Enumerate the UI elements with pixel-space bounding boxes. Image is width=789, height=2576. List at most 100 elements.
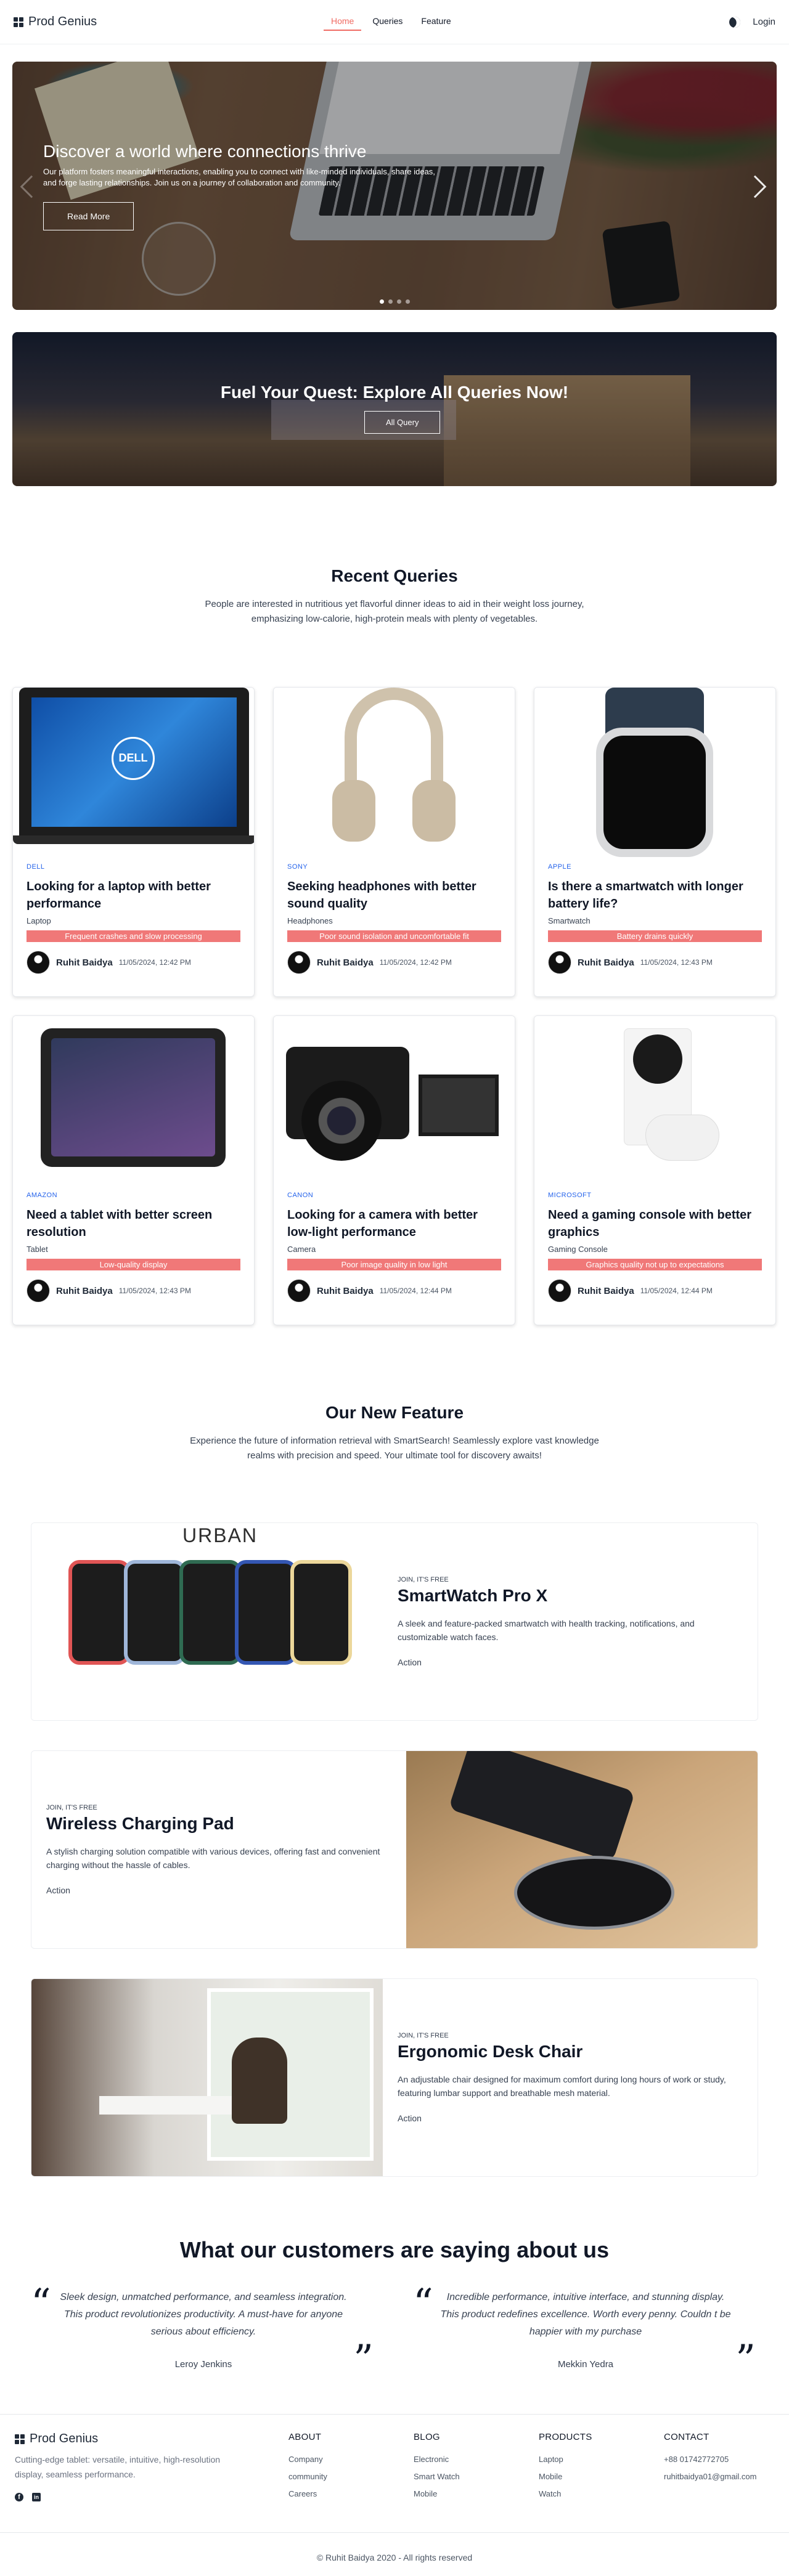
query-card[interactable]: CANON Looking for a camera with better l… <box>273 1015 515 1325</box>
card-title[interactable]: Is there a smartwatch with longer batter… <box>548 878 762 912</box>
carousel-dot-3[interactable] <box>396 299 401 304</box>
headphones-product-image <box>274 688 515 851</box>
testimonial-text: Sleek design, unmatched performance, and… <box>60 2292 347 2337</box>
feature-description: A stylish charging solution compatible w… <box>46 1847 380 1870</box>
charging-pad-feature-image <box>406 1751 758 1948</box>
recent-queries-section: Recent Queries People are interested in … <box>0 566 789 1325</box>
feature-card: URBAN JOIN, IT'S FREE SmartWatch Pro X A… <box>31 1522 758 1721</box>
card-author: Ruhit Baidya 11/05/2024, 12:42 PM <box>287 951 501 974</box>
footer-col-blog: BLOG Electronic Smart Watch Mobile <box>414 2432 460 2503</box>
dark-mode-icon[interactable] <box>727 14 743 30</box>
footer-link[interactable]: Mobile <box>539 2468 592 2485</box>
smartwatch-feature-image: URBAN <box>31 1523 383 1720</box>
card-title[interactable]: Seeking headphones with better sound qua… <box>287 878 501 912</box>
footer-brand-name[interactable]: Prod Genius <box>30 2432 98 2446</box>
card-author: Ruhit Baidya 11/05/2024, 12:44 PM <box>287 1279 501 1302</box>
login-button[interactable]: Login <box>753 17 775 27</box>
recent-queries-subtitle: People are interested in nutritious yet … <box>205 599 584 624</box>
laptop-product-image: DELL <box>13 688 254 851</box>
card-brand[interactable]: MICROSOFT <box>548 1192 762 1199</box>
card-category: Smartwatch <box>548 916 591 925</box>
feature-title: Wireless Charging Pad <box>46 1814 234 1833</box>
footer-link[interactable]: Mobile <box>414 2485 460 2503</box>
footer-link[interactable]: Laptop <box>539 2451 592 2468</box>
testimonials-title: What our customers are saying about us <box>179 2237 610 2262</box>
avatar <box>287 951 311 974</box>
query-card[interactable]: AMAZON Need a tablet with better screen … <box>12 1015 255 1325</box>
all-query-button[interactable]: All Query <box>364 411 441 434</box>
feature-action-link[interactable]: Action <box>398 2113 743 2123</box>
footer-email[interactable]: ruhitbaidya01@gmail.com <box>664 2468 757 2485</box>
social-links: f in <box>15 2493 237 2501</box>
testimonials-row: “ Sleek design, unmatched performance, a… <box>31 2284 758 2379</box>
query-card[interactable]: MICROSOFT Need a gaming console with bet… <box>534 1015 776 1325</box>
footer-link[interactable]: Electronic <box>414 2451 460 2468</box>
footer-col-title: CONTACT <box>664 2432 709 2442</box>
card-title[interactable]: Need a gaming console with better graphi… <box>548 1206 762 1241</box>
console-product-image <box>534 1016 775 1179</box>
facebook-icon[interactable]: f <box>15 2493 23 2501</box>
feature-action-link[interactable]: Action <box>46 1885 391 1895</box>
close-quote-icon: ” <box>353 2337 374 2383</box>
feature-action-link[interactable]: Action <box>398 1657 743 1667</box>
post-time: 11/05/2024, 12:44 PM <box>379 1286 452 1295</box>
card-category: Camera <box>287 1245 316 1254</box>
grid-logo-icon <box>15 2434 25 2444</box>
card-author: Ruhit Baidya 11/05/2024, 12:42 PM <box>27 951 240 974</box>
footer-link[interactable]: Careers <box>288 2485 327 2503</box>
query-card[interactable]: APPLE Is there a smartwatch with longer … <box>534 687 776 997</box>
recent-queries-title: Recent Queries <box>331 566 458 585</box>
author-name: Ruhit Baidya <box>317 957 374 968</box>
post-time: 11/05/2024, 12:43 PM <box>118 1286 191 1295</box>
hero-carousel: Discover a world where connections thriv… <box>12 62 777 310</box>
testimonial-text: Incredible performance, intuitive interf… <box>440 2292 731 2337</box>
footer-link[interactable]: Smart Watch <box>414 2468 460 2485</box>
brand-name: Prod Genius <box>28 15 97 28</box>
nav-feature[interactable]: Feature <box>414 12 458 31</box>
carousel-dot-4[interactable] <box>405 299 410 304</box>
footer-brand: Prod Genius Cutting-edge tablet: versati… <box>15 2432 237 2501</box>
card-title[interactable]: Need a tablet with better screen resolut… <box>27 1206 240 1241</box>
card-title[interactable]: Looking for a laptop with better perform… <box>27 878 240 912</box>
nav-home[interactable]: Home <box>324 12 362 31</box>
feature-card: JOIN, IT'S FREE Ergonomic Desk Chair An … <box>31 1978 758 2177</box>
avatar <box>27 951 50 974</box>
query-card[interactable]: SONY Seeking headphones with better soun… <box>273 687 515 997</box>
brand-logo[interactable]: Prod Genius <box>14 15 97 29</box>
testimonial-author: Mekkin Yedra <box>557 2359 614 2370</box>
post-time: 11/05/2024, 12:42 PM <box>118 958 191 967</box>
feature-card: JOIN, IT'S FREE Wireless Charging Pad A … <box>31 1750 758 1949</box>
footer-divider <box>0 2532 789 2533</box>
copyright-text: © Ruhit Baidya 2020 - All rights reserve… <box>316 2553 473 2562</box>
card-brand[interactable]: CANON <box>287 1192 501 1199</box>
dell-logo: DELL <box>112 737 155 780</box>
card-brand[interactable]: AMAZON <box>27 1192 240 1199</box>
card-category: Gaming Console <box>548 1245 608 1254</box>
author-name: Ruhit Baidya <box>578 957 634 968</box>
footer-phone[interactable]: +88 01742772705 <box>664 2451 757 2468</box>
author-name: Ruhit Baidya <box>578 1285 634 1296</box>
post-time: 11/05/2024, 12:42 PM <box>379 958 452 967</box>
linkedin-icon[interactable]: in <box>32 2493 41 2501</box>
banner-title: Fuel Your Quest: Explore All Queries Now… <box>220 383 569 402</box>
carousel-dot-2[interactable] <box>388 299 393 304</box>
nav-links: Home Queries Feature <box>324 12 459 31</box>
desk-chair-feature-image <box>31 1979 383 2176</box>
card-brand[interactable]: APPLE <box>548 863 762 871</box>
footer-col-title: ABOUT <box>288 2432 322 2442</box>
card-author: Ruhit Baidya 11/05/2024, 12:43 PM <box>548 951 762 974</box>
footer-link[interactable]: Watch <box>539 2485 592 2503</box>
tablet-product-image <box>13 1016 254 1179</box>
card-title[interactable]: Looking for a camera with better low-lig… <box>287 1206 501 1241</box>
card-category: Laptop <box>27 916 51 925</box>
nav-queries[interactable]: Queries <box>365 12 410 31</box>
read-more-button[interactable]: Read More <box>43 202 134 230</box>
card-brand[interactable]: DELL <box>27 863 240 871</box>
footer-link[interactable]: Company <box>288 2451 327 2468</box>
card-brand[interactable]: SONY <box>287 863 501 871</box>
top-nav: Prod Genius Home Queries Feature Login <box>0 0 789 44</box>
query-card[interactable]: DELL DELL Looking for a laptop with bett… <box>12 687 255 997</box>
testimonial-author: Leroy Jenkins <box>174 2359 232 2370</box>
carousel-dot-1[interactable] <box>379 299 384 304</box>
footer-link[interactable]: community <box>288 2468 327 2485</box>
